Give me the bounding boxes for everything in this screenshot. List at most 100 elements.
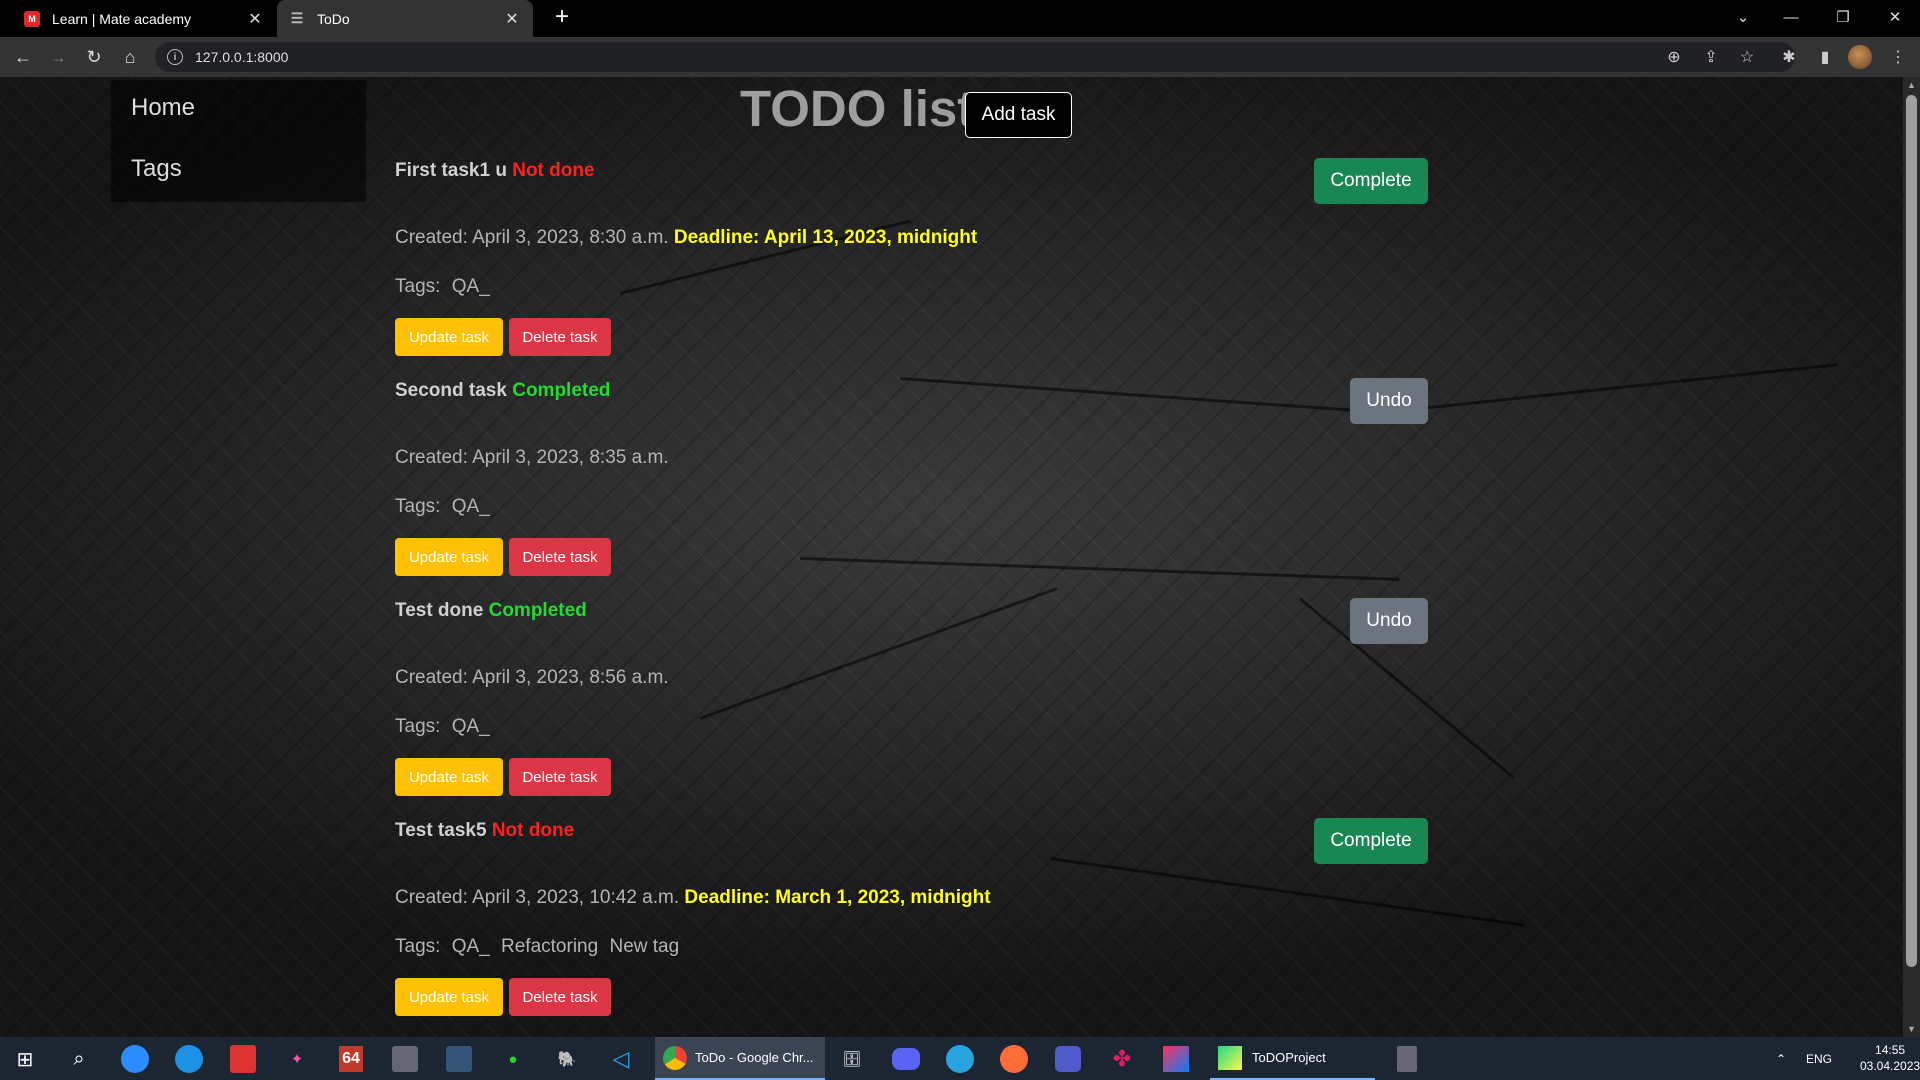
taskbar-pycharm-window[interactable]: ToDOProject bbox=[1210, 1037, 1375, 1080]
language-indicator[interactable]: ENG bbox=[1806, 1037, 1832, 1080]
zoom-app-icon[interactable] bbox=[118, 1042, 152, 1076]
clock-date: 03.04.2023 bbox=[1860, 1059, 1920, 1073]
menu-kebab-icon[interactable]: ⋮ bbox=[1884, 43, 1912, 71]
data-app-icon[interactable] bbox=[388, 1042, 422, 1076]
delete-task-button[interactable]: Delete task bbox=[509, 978, 611, 1016]
flash-app-icon[interactable] bbox=[226, 1042, 260, 1076]
url-text: 127.0.0.1:8000 bbox=[195, 49, 289, 65]
side-panel-icon[interactable]: ▮ bbox=[1811, 43, 1839, 71]
taskbar-clock[interactable]: 14:55 03.04.2023 bbox=[1860, 1042, 1920, 1074]
task-heading: Second task Completed bbox=[395, 380, 610, 402]
sidebar-item-home[interactable]: Home bbox=[110, 80, 366, 141]
update-task-button[interactable]: Update task bbox=[395, 318, 503, 356]
tags-label: Tags: bbox=[395, 496, 446, 517]
site-info-icon[interactable]: i bbox=[167, 49, 183, 65]
windows-start-icon[interactable]: ⊞ bbox=[8, 1042, 42, 1076]
mongodb-icon[interactable]: ● bbox=[496, 1042, 530, 1076]
profile-avatar[interactable] bbox=[1848, 45, 1872, 69]
restore-icon[interactable]: ❐ bbox=[1820, 0, 1866, 34]
todo-list-icon: ☰ bbox=[290, 10, 304, 26]
tab-todo[interactable]: ☰ ToDo ✕ bbox=[277, 0, 533, 37]
sidebar-nav: Home Tags bbox=[110, 80, 366, 202]
slack-icon[interactable]: ✤ bbox=[1105, 1042, 1139, 1076]
teams-icon[interactable] bbox=[1051, 1042, 1085, 1076]
tab-search-icon[interactable]: ⌄ bbox=[1720, 0, 1766, 34]
back-icon[interactable]: ← bbox=[9, 43, 37, 71]
tags-label: Tags: bbox=[395, 936, 446, 957]
tags-label: Tags: bbox=[395, 716, 446, 737]
window-close-icon[interactable]: ✕ bbox=[1872, 0, 1918, 34]
forward-icon[interactable]: → bbox=[44, 43, 72, 71]
page-title: TODO list bbox=[740, 80, 975, 137]
update-task-button[interactable]: Update task bbox=[395, 978, 503, 1016]
share-icon[interactable]: ⇪ bbox=[1697, 43, 1725, 71]
terminal-app-icon[interactable] bbox=[442, 1042, 476, 1076]
scroll-down-icon[interactable]: ▼ bbox=[1903, 1021, 1920, 1037]
new-tab-button[interactable]: + bbox=[548, 3, 576, 31]
tag: New tag bbox=[609, 936, 680, 957]
close-icon[interactable]: ✕ bbox=[246, 9, 264, 29]
close-icon[interactable]: ✕ bbox=[503, 9, 521, 29]
task-meta: Created: April 3, 2023, 8:56 a.m. bbox=[395, 667, 669, 689]
task-status: Not done bbox=[512, 160, 595, 181]
postman-icon[interactable] bbox=[997, 1042, 1031, 1076]
complete-button[interactable]: Complete bbox=[1314, 818, 1428, 864]
undo-button[interactable]: Undo bbox=[1350, 598, 1428, 644]
delete-task-button[interactable]: Delete task bbox=[509, 318, 611, 356]
tag: QA_ bbox=[451, 716, 490, 737]
intellij-icon[interactable] bbox=[1159, 1042, 1193, 1076]
task-heading: First task1 u Not done bbox=[395, 160, 595, 182]
task-status: Completed bbox=[488, 600, 587, 621]
address-bar[interactable]: i 127.0.0.1:8000 bbox=[155, 42, 1795, 72]
undo-button[interactable]: Undo bbox=[1350, 378, 1428, 424]
calculator-icon[interactable] bbox=[1390, 1042, 1424, 1076]
update-task-button[interactable]: Update task bbox=[395, 758, 503, 796]
task-status: Not done bbox=[491, 820, 575, 841]
minimize-icon[interactable]: — bbox=[1768, 0, 1814, 34]
task-deadline: Deadline: April 13, 2023, midnight bbox=[673, 227, 978, 248]
taskbar-pycharm-label: ToDOProject bbox=[1252, 1050, 1326, 1065]
created-label: Created: bbox=[395, 227, 473, 248]
scroll-up-icon[interactable]: ▲ bbox=[1903, 77, 1920, 93]
scrollbar-thumb[interactable] bbox=[1906, 95, 1917, 967]
created-label: Created: bbox=[395, 447, 473, 468]
delete-task-button[interactable]: Delete task bbox=[509, 758, 611, 796]
git-app-icon[interactable]: ✦ bbox=[280, 1042, 314, 1076]
app-64-icon[interactable]: 64 bbox=[334, 1042, 368, 1076]
docker-icon[interactable] bbox=[172, 1042, 206, 1076]
task-name: Second task bbox=[395, 380, 507, 401]
add-task-button[interactable]: Add task bbox=[965, 92, 1072, 138]
bookmark-star-icon[interactable]: ☆ bbox=[1733, 43, 1761, 71]
created-date: April 3, 2023, 8:35 a.m. bbox=[472, 447, 669, 468]
home-icon[interactable]: ⌂ bbox=[116, 43, 144, 71]
browser-tab-strip: M Learn | Mate academy ✕ ☰ ToDo ✕ + ⌄ — … bbox=[0, 0, 1920, 37]
task-tags: Tags: QA_ bbox=[395, 496, 490, 518]
task-heading: Test done Completed bbox=[395, 600, 587, 622]
task-deadline: Deadline: March 1, 2023, midnight bbox=[684, 887, 991, 908]
complete-button[interactable]: Complete bbox=[1314, 158, 1428, 204]
vscode-icon[interactable]: ◁ bbox=[604, 1042, 638, 1076]
tag: QA_ bbox=[451, 496, 490, 517]
taskbar-chrome-window[interactable]: ToDo - Google Chr... bbox=[655, 1037, 825, 1080]
postgres-icon[interactable]: 🐘 bbox=[550, 1042, 584, 1076]
tray-overflow-icon[interactable]: ⌃ bbox=[1776, 1037, 1786, 1080]
reload-icon[interactable]: ↻ bbox=[80, 43, 108, 71]
task-item: Test task5 Not done Complete Created: Ap… bbox=[395, 818, 1428, 1037]
tab-mate-academy[interactable]: M Learn | Mate academy ✕ bbox=[12, 0, 276, 37]
task-meta: Created: April 3, 2023, 8:30 a.m. Deadli… bbox=[395, 227, 977, 249]
extensions-icon[interactable]: ✱ bbox=[1775, 43, 1803, 71]
tag: QA_ bbox=[451, 936, 490, 957]
zoom-icon[interactable]: ⊕ bbox=[1660, 43, 1688, 71]
database-app-icon[interactable]: 🗄 bbox=[835, 1042, 869, 1076]
update-task-button[interactable]: Update task bbox=[395, 538, 503, 576]
discord-icon[interactable] bbox=[889, 1042, 923, 1076]
created-date: April 3, 2023, 8:56 a.m. bbox=[472, 667, 669, 688]
tag: QA_ bbox=[451, 276, 490, 297]
telegram-icon[interactable] bbox=[943, 1042, 977, 1076]
taskbar-chrome-label: ToDo - Google Chr... bbox=[695, 1050, 814, 1065]
search-icon[interactable]: ⌕ bbox=[62, 1042, 96, 1076]
sidebar-item-tags[interactable]: Tags bbox=[110, 141, 366, 202]
clock-time: 14:55 bbox=[1875, 1043, 1906, 1057]
delete-task-button[interactable]: Delete task bbox=[509, 538, 611, 576]
page-scrollbar[interactable]: ▲ ▼ bbox=[1903, 77, 1920, 1037]
